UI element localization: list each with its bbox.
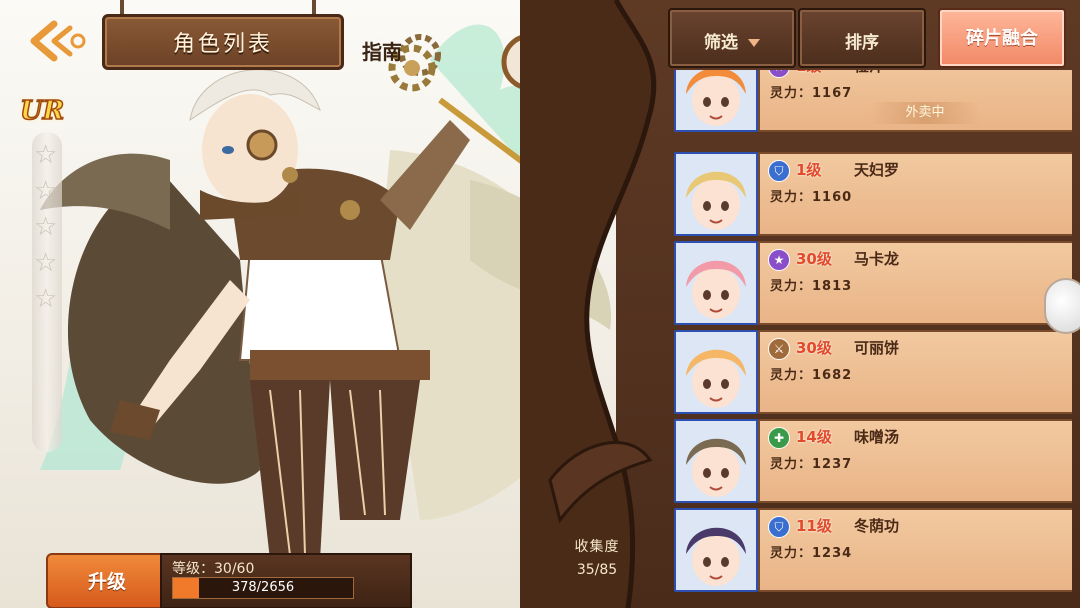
character-name: 冬荫功 bbox=[854, 517, 900, 535]
character-card[interactable]: ★ 30级 马卡龙 灵力：1813 bbox=[672, 241, 1072, 325]
character-info: ⛉ 11级 冬荫功 灵力：1234 bbox=[758, 508, 1072, 592]
character-info: ⚔ 30级 可丽饼 灵力：1682 bbox=[758, 330, 1072, 414]
fragment-fusion-label: 碎片融合 bbox=[966, 28, 1038, 49]
character-card[interactable]: ⚔ 30级 可丽饼 灵力：1682 bbox=[672, 330, 1072, 414]
rarity-badge: UR bbox=[19, 95, 65, 127]
character-info: ✚ 14级 味噌汤 灵力：1237 bbox=[758, 419, 1072, 503]
character-name: 马卡龙 bbox=[854, 250, 900, 268]
character-info: ⛉ 1级 天妇罗 灵力：1160 bbox=[758, 152, 1072, 236]
character-level: 11级 bbox=[796, 517, 832, 535]
scroll-handle[interactable] bbox=[1044, 278, 1080, 334]
character-level: 30级 bbox=[796, 250, 832, 268]
character-info: ★ 1级 橙汁 灵力：1167 外卖中 bbox=[758, 70, 1072, 132]
character-level: 14级 bbox=[796, 428, 832, 446]
character-portrait bbox=[674, 419, 758, 503]
star-icon: ☆ bbox=[34, 140, 58, 170]
upgrade-label: 升级 bbox=[87, 571, 126, 593]
page-title: 角色列表 bbox=[172, 32, 273, 57]
level-text: 等级：30/60 bbox=[172, 561, 255, 577]
character-power: 灵力：1237 bbox=[770, 457, 853, 472]
character-name: 橙汁 bbox=[854, 70, 884, 76]
star-icon: ★ bbox=[768, 249, 790, 271]
collection-panel: 收集度 35/85 bbox=[560, 536, 634, 578]
character-card[interactable]: ★ 1级 橙汁 灵力：1167 外卖中 bbox=[672, 70, 1072, 132]
character-power: 灵力：1167 bbox=[770, 86, 853, 101]
filter-label-row: 筛选 bbox=[670, 28, 794, 53]
character-name: 天妇罗 bbox=[854, 161, 900, 179]
filter-label: 筛选 bbox=[704, 33, 738, 53]
collection-value: 35/85 bbox=[576, 562, 618, 578]
character-card[interactable]: ⛉ 1级 天妇罗 灵力：1160 bbox=[672, 152, 1072, 236]
character-power: 灵力：1813 bbox=[770, 279, 853, 294]
sort-button[interactable]: 排序 bbox=[798, 8, 926, 68]
dropdown-caret-icon bbox=[748, 39, 760, 47]
collection-label: 收集度 bbox=[574, 539, 620, 555]
fragment-fusion-button[interactable]: 碎片融合 bbox=[938, 8, 1066, 68]
level-panel: 等级：30/60 378/2656 bbox=[160, 553, 412, 608]
character-portrait bbox=[674, 70, 758, 132]
character-card[interactable]: ⛉ 11级 冬荫功 灵力：1234 bbox=[672, 508, 1072, 592]
filter-button[interactable]: 筛选 bbox=[668, 8, 796, 68]
character-level: 1级 bbox=[796, 161, 822, 179]
sort-label: 排序 bbox=[845, 33, 879, 53]
character-power: 灵力：1234 bbox=[770, 546, 853, 561]
character-portrait bbox=[674, 330, 758, 414]
character-name: 可丽饼 bbox=[854, 339, 900, 357]
guide-button[interactable]: 指南 bbox=[356, 30, 436, 100]
sword-icon: ⚔ bbox=[768, 338, 790, 360]
character-portrait bbox=[674, 508, 758, 592]
character-portrait bbox=[674, 241, 758, 325]
plus-icon: ✚ bbox=[768, 427, 790, 449]
star-icon: ☆ bbox=[34, 284, 58, 314]
character-name: 味噌汤 bbox=[854, 428, 900, 446]
exp-progress-bar: 378/2656 bbox=[172, 577, 354, 599]
star-icon: ☆ bbox=[34, 212, 58, 242]
star-icon: ★ bbox=[768, 70, 790, 78]
star-icon: ☆ bbox=[34, 248, 58, 278]
character-list[interactable]: ★ 1级 橙汁 灵力：1167 外卖中 ⛉ 1级 天妇罗 灵力：1160 bbox=[672, 70, 1072, 608]
status-badge: 外卖中 bbox=[870, 102, 980, 124]
back-arrow-icon bbox=[30, 20, 86, 62]
character-card[interactable]: ✚ 14级 味噌汤 灵力：1237 bbox=[672, 419, 1072, 503]
back-button[interactable] bbox=[24, 18, 88, 64]
shield-icon: ⛉ bbox=[768, 516, 790, 538]
character-level: 30级 bbox=[796, 339, 832, 357]
character-portrait bbox=[674, 152, 758, 236]
shield-icon: ⛉ bbox=[768, 160, 790, 182]
character-info: ★ 30级 马卡龙 灵力：1813 bbox=[758, 241, 1072, 325]
star-icon: ☆ bbox=[34, 176, 58, 206]
upgrade-button[interactable]: 升级 bbox=[46, 553, 168, 608]
character-level: 1级 bbox=[796, 70, 821, 76]
character-power: 灵力：1160 bbox=[770, 190, 853, 205]
exp-text: 378/2656 bbox=[231, 580, 295, 595]
rarity-panel: UR ☆ ☆ ☆ ☆ ☆ bbox=[18, 95, 74, 452]
character-power: 灵力：1682 bbox=[770, 368, 853, 383]
guide-label: 指南 bbox=[362, 40, 402, 64]
page-title-plank: 角色列表 bbox=[102, 14, 344, 70]
